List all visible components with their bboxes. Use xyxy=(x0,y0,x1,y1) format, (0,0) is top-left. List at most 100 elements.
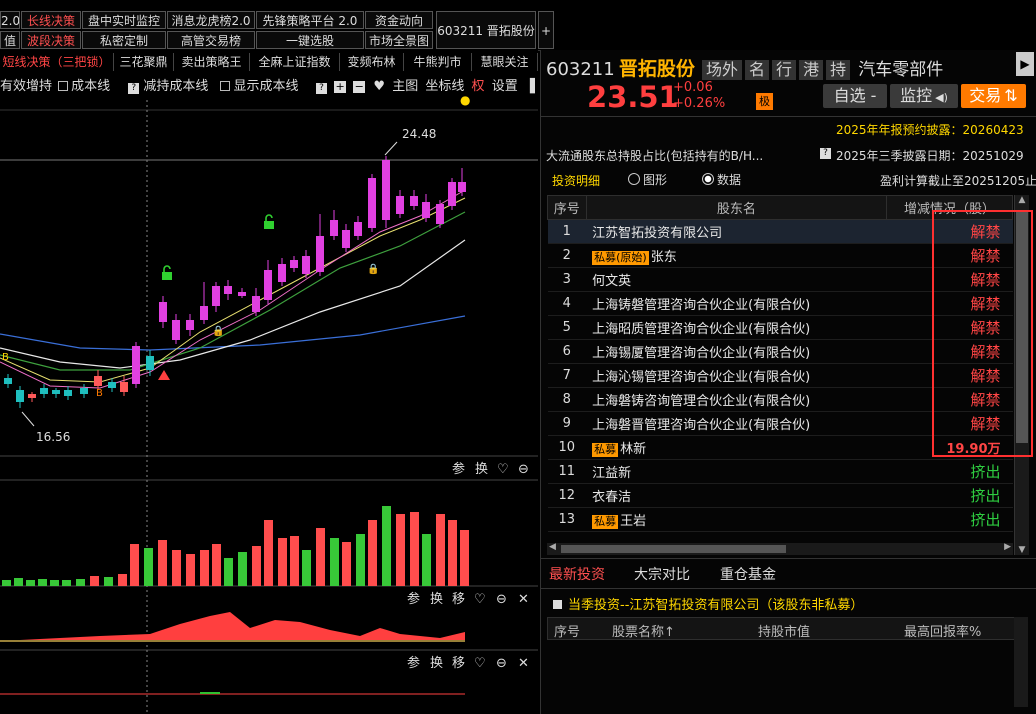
tag-ming[interactable]: 名 xyxy=(745,60,770,80)
col-holder-name[interactable]: 股东名 xyxy=(585,195,888,220)
toolbar-btn-one-click-pick[interactable]: 一键选股 xyxy=(256,31,364,49)
private-fund-badge: 私募 xyxy=(592,515,619,529)
candle-body xyxy=(368,178,376,228)
ref-button: 参 xyxy=(407,591,420,607)
toolbar-btn-fund-flow[interactable]: 资金动向 xyxy=(365,11,433,29)
tab-investment-detail[interactable]: 投资明细 xyxy=(552,172,600,189)
scroll-right-icon[interactable]: ▶ xyxy=(1004,542,1011,552)
monitor-button[interactable]: 监控 ◀) xyxy=(890,84,958,108)
tag-otc[interactable]: 场外 xyxy=(702,60,743,80)
candle-body xyxy=(264,270,272,300)
row-holder-name[interactable]: 江苏智拓投资有限公司 xyxy=(586,219,887,244)
candle-body xyxy=(316,236,324,272)
table-row[interactable]: 13 私募 王岩 挤出 xyxy=(547,507,1013,532)
h-scroll-thumb[interactable] xyxy=(561,545,786,553)
toolbar-btn-swing-decision[interactable]: 波段决策 xyxy=(21,31,81,49)
row-holder-name[interactable]: 衣春洁 xyxy=(586,483,887,508)
quarter-title-text: 当季投资--江苏智拓投资有限公司（该股东非私募） xyxy=(568,598,864,613)
volume-bar xyxy=(342,542,351,586)
strategy-tab-sanhua[interactable]: 三花聚鼎 xyxy=(114,53,174,71)
tab-heavy-funds[interactable]: 重仓基金 xyxy=(720,564,776,584)
col-holding-value[interactable]: 持股市值 xyxy=(758,621,810,640)
scroll-left-icon[interactable]: ◀ xyxy=(549,542,556,552)
candle-body xyxy=(172,320,180,340)
h-scrollbar[interactable]: ◀ ▶ xyxy=(547,542,1013,555)
investment-table-scrollbar[interactable] xyxy=(1014,617,1028,707)
holder-title: 大流通股东总持股占比(包括持有的B/H... xyxy=(546,149,764,163)
strategy-tab-sh-index[interactable]: 全麻上证指数 xyxy=(250,53,340,71)
zoom-icon: ⊖ xyxy=(496,656,507,671)
toolbar-btn-realtime-monitor[interactable]: 盘中实时监控 xyxy=(82,11,166,29)
tab-block-trade[interactable]: 大宗对比 xyxy=(634,564,690,584)
volume-bar xyxy=(302,550,311,586)
ma-line-white xyxy=(0,239,466,369)
tab-latest-investment[interactable]: 最新投资 xyxy=(549,564,605,584)
add-watchlist-button[interactable]: 自选 - xyxy=(823,84,887,108)
toolbar-btn-private-custom[interactable]: 私密定制 xyxy=(82,31,166,49)
toolbar-btn-version[interactable]: 2.0 xyxy=(0,11,20,29)
candle-body xyxy=(94,376,102,386)
question-icon[interactable]: ? xyxy=(820,148,831,159)
candle-body xyxy=(238,292,246,296)
table-row[interactable]: 11 江益新 挤出 xyxy=(547,459,1013,484)
toolbar-btn-market-panorama[interactable]: 市场全景图 xyxy=(365,31,433,49)
heart-outline-icon: ♡ xyxy=(474,656,486,671)
strategy-tab-short[interactable]: 短线决策（三把锁） xyxy=(0,53,114,71)
row-holder-name[interactable]: 江益新 xyxy=(586,459,887,484)
candle-body xyxy=(422,202,430,218)
holder-name-text: 上海磐晋管理咨询合伙企业(有限合伙) xyxy=(592,418,811,433)
candle-body xyxy=(436,204,444,224)
profit-calc-date: 盈利计算截止至20251205止 xyxy=(880,174,1036,188)
trade-label: 交易 xyxy=(969,86,1002,105)
move-button: 移 xyxy=(452,656,465,671)
strategy-tab-focus[interactable]: 慧眼关注 xyxy=(472,53,538,71)
trade-button[interactable]: 交易 ⇅ xyxy=(961,84,1026,108)
toolbar-btn-strategy-platform[interactable]: 先锋策略平台 2.0 xyxy=(256,11,364,29)
strategy-tab-sell-king[interactable]: 卖出策略王 xyxy=(174,53,250,71)
tag-hang[interactable]: 行 xyxy=(772,60,797,80)
add-tab-button[interactable]: + xyxy=(538,11,554,49)
row-holder-name[interactable]: 上海磐晋管理咨询合伙企业(有限合伙) xyxy=(586,411,887,436)
stock-name: 晋拓股份 xyxy=(618,58,695,80)
scroll-down-icon[interactable]: ▼ xyxy=(1015,545,1029,555)
collapse-icon[interactable]: ▶ xyxy=(1016,52,1034,76)
row-holder-name[interactable]: 私募(原始) 张东 xyxy=(586,243,887,268)
col-max-return[interactable]: 最高回报率% xyxy=(904,621,981,640)
col-stock-name[interactable]: 股票名称↑ xyxy=(612,621,675,640)
row-holder-name[interactable]: 上海沁锡管理咨询合伙企业(有限合伙) xyxy=(586,363,887,388)
row-holder-name[interactable]: 上海昭质管理咨询合伙企业(有限合伙) xyxy=(586,315,887,340)
industry-label[interactable]: 汽车零部件 xyxy=(858,60,943,80)
active-stock-tab[interactable]: 603211 晋拓股份 xyxy=(436,11,536,49)
stock-code: 603211 xyxy=(546,59,615,80)
row-holder-name[interactable]: 上海锡厦管理咨询合伙企业(有限合伙) xyxy=(586,339,887,364)
tag-hk[interactable]: 港 xyxy=(799,60,824,80)
toolbar-btn-long-decision[interactable]: 长线决策 xyxy=(21,11,81,29)
close-icon: ✕ xyxy=(518,656,529,671)
toolbar-btn-dragon-tiger[interactable]: 消息龙虎榜2.0 xyxy=(167,11,255,29)
col-index[interactable]: 序号 xyxy=(547,195,587,220)
toolbar-btn-value[interactable]: 值 xyxy=(0,31,20,49)
strategy-tab-bollinger[interactable]: 变频布林 xyxy=(340,53,404,71)
scroll-up-icon[interactable]: ▲ xyxy=(1015,195,1029,209)
radio-graph[interactable]: 图形 xyxy=(628,171,667,188)
holder-name-text: 王岩 xyxy=(620,514,647,529)
table-row[interactable]: 12 衣春洁 挤出 xyxy=(547,483,1013,508)
zoom-icon: ⊖ xyxy=(518,462,529,477)
radio-data[interactable]: 数据 xyxy=(702,171,741,188)
row-holder-name[interactable]: 上海磐铸咨询管理合伙企业(有限合伙) xyxy=(586,387,887,412)
row-holder-name[interactable]: 上海铸磐管理咨询合伙企业(有限合伙) xyxy=(586,291,887,316)
row-holder-name[interactable]: 私募 王岩 xyxy=(586,507,887,532)
volume-bar xyxy=(14,578,23,586)
row-holder-name[interactable]: 何文英 xyxy=(586,267,887,292)
candle-body xyxy=(80,388,88,394)
col-inv-index[interactable]: 序号 xyxy=(554,621,580,640)
b-marker: B xyxy=(96,388,103,399)
ji-badge[interactable]: 极 xyxy=(756,93,773,110)
volume-bar xyxy=(290,536,299,586)
row-holder-name[interactable]: 私募 林新 xyxy=(586,435,887,460)
toolbar-btn-exec-trades[interactable]: 高管交易榜 xyxy=(167,31,255,49)
strategy-tab-bull-bear[interactable]: 牛熊判市 xyxy=(404,53,472,71)
candle-body xyxy=(302,256,310,274)
b-marker: B xyxy=(2,352,9,363)
tag-hold[interactable]: 持 xyxy=(826,60,851,80)
